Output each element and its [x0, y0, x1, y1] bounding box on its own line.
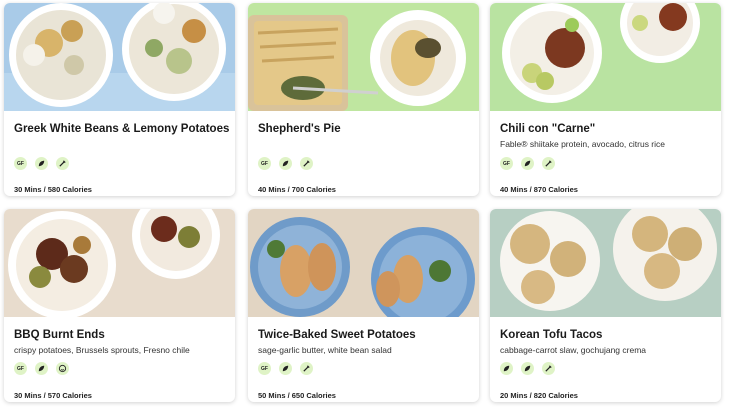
pepper-icon — [56, 157, 69, 170]
recipe-card-bbq-burnt-ends[interactable]: BBQ Burnt Ends crispy potatoes, Brussels… — [4, 209, 235, 402]
recipe-photo[interactable] — [490, 3, 721, 111]
recipe-info: Chili con "Carne" Fable® shiitake protei… — [500, 111, 713, 196]
gluten-free-icon: GF — [14, 362, 27, 375]
recipe-title[interactable]: BBQ Burnt Ends — [14, 329, 105, 341]
recipe-meta: 50 Mins / 650 Calories — [258, 391, 336, 400]
gluten-free-icon: GF — [258, 362, 271, 375]
recipe-photo[interactable] — [4, 209, 235, 317]
recipe-info: Shepherd's Pie GF 40 Mins / 700 Calories — [258, 111, 471, 196]
pepper-icon — [300, 362, 313, 375]
pepper-icon — [300, 157, 313, 170]
recipe-meta: 30 Mins / 570 Calories — [14, 391, 92, 400]
recipe-info: Twice-Baked Sweet Potatoes sage-garlic b… — [258, 317, 471, 402]
recipe-card-chili-con-carne[interactable]: Chili con "Carne" Fable® shiitake protei… — [490, 3, 721, 196]
recipe-subtitle: Fable® shiitake protein, avocado, citrus… — [500, 139, 666, 149]
recipe-meta: 40 Mins / 700 Calories — [258, 185, 336, 194]
smile-icon — [56, 362, 69, 375]
leaf-icon — [500, 362, 513, 375]
recipe-meta: 40 Mins / 870 Calories — [500, 185, 578, 194]
recipe-title[interactable]: Korean Tofu Tacos — [500, 329, 602, 341]
recipe-photo[interactable] — [248, 209, 479, 317]
recipe-title[interactable]: Shepherd's Pie — [258, 123, 341, 135]
leaf-icon — [35, 157, 48, 170]
recipe-meta: 30 Mins / 580 Calories — [14, 185, 92, 194]
leaf-icon — [521, 157, 534, 170]
recipe-info: BBQ Burnt Ends crispy potatoes, Brussels… — [14, 317, 227, 402]
leaf-icon — [35, 362, 48, 375]
recipe-info: Korean Tofu Tacos cabbage-carrot slaw, g… — [500, 317, 713, 402]
pepper-icon — [542, 157, 555, 170]
recipe-subtitle: cabbage-carrot slaw, gochujang crema — [500, 345, 646, 355]
recipe-photo[interactable] — [248, 3, 479, 111]
recipe-title[interactable]: Greek White Beans & Lemony Potatoes — [14, 123, 229, 135]
recipe-card-twice-baked-sweet-potatoes[interactable]: Twice-Baked Sweet Potatoes sage-garlic b… — [248, 209, 479, 402]
diet-tags: GF — [14, 362, 69, 375]
diet-tags — [500, 362, 555, 375]
leaf-icon — [279, 157, 292, 170]
gluten-free-icon: GF — [500, 157, 513, 170]
recipe-title[interactable]: Twice-Baked Sweet Potatoes — [258, 329, 416, 341]
diet-tags: GF — [14, 157, 69, 170]
recipe-card-korean-tofu-tacos[interactable]: Korean Tofu Tacos cabbage-carrot slaw, g… — [490, 209, 721, 402]
gluten-free-icon: GF — [258, 157, 271, 170]
pepper-icon — [542, 362, 555, 375]
recipe-subtitle: sage-garlic butter, white bean salad — [258, 345, 392, 355]
diet-tags: GF — [500, 157, 555, 170]
recipe-card-shepherds-pie[interactable]: Shepherd's Pie GF 40 Mins / 700 Calories — [248, 3, 479, 196]
recipe-photo[interactable] — [4, 3, 235, 111]
recipe-grid: Greek White Beans & Lemony Potatoes GF 3… — [0, 0, 733, 407]
recipe-info: Greek White Beans & Lemony Potatoes GF 3… — [14, 111, 229, 196]
diet-tags: GF — [258, 362, 313, 375]
gluten-free-icon: GF — [14, 157, 27, 170]
diet-tags: GF — [258, 157, 313, 170]
leaf-icon — [279, 362, 292, 375]
recipe-title[interactable]: Chili con "Carne" — [500, 123, 595, 135]
recipe-card-greek-white-beans[interactable]: Greek White Beans & Lemony Potatoes GF 3… — [4, 3, 235, 196]
leaf-icon — [521, 362, 534, 375]
recipe-photo[interactable] — [490, 209, 721, 317]
recipe-meta: 20 Mins / 820 Calories — [500, 391, 578, 400]
recipe-subtitle: crispy potatoes, Brussels sprouts, Fresn… — [14, 345, 190, 355]
